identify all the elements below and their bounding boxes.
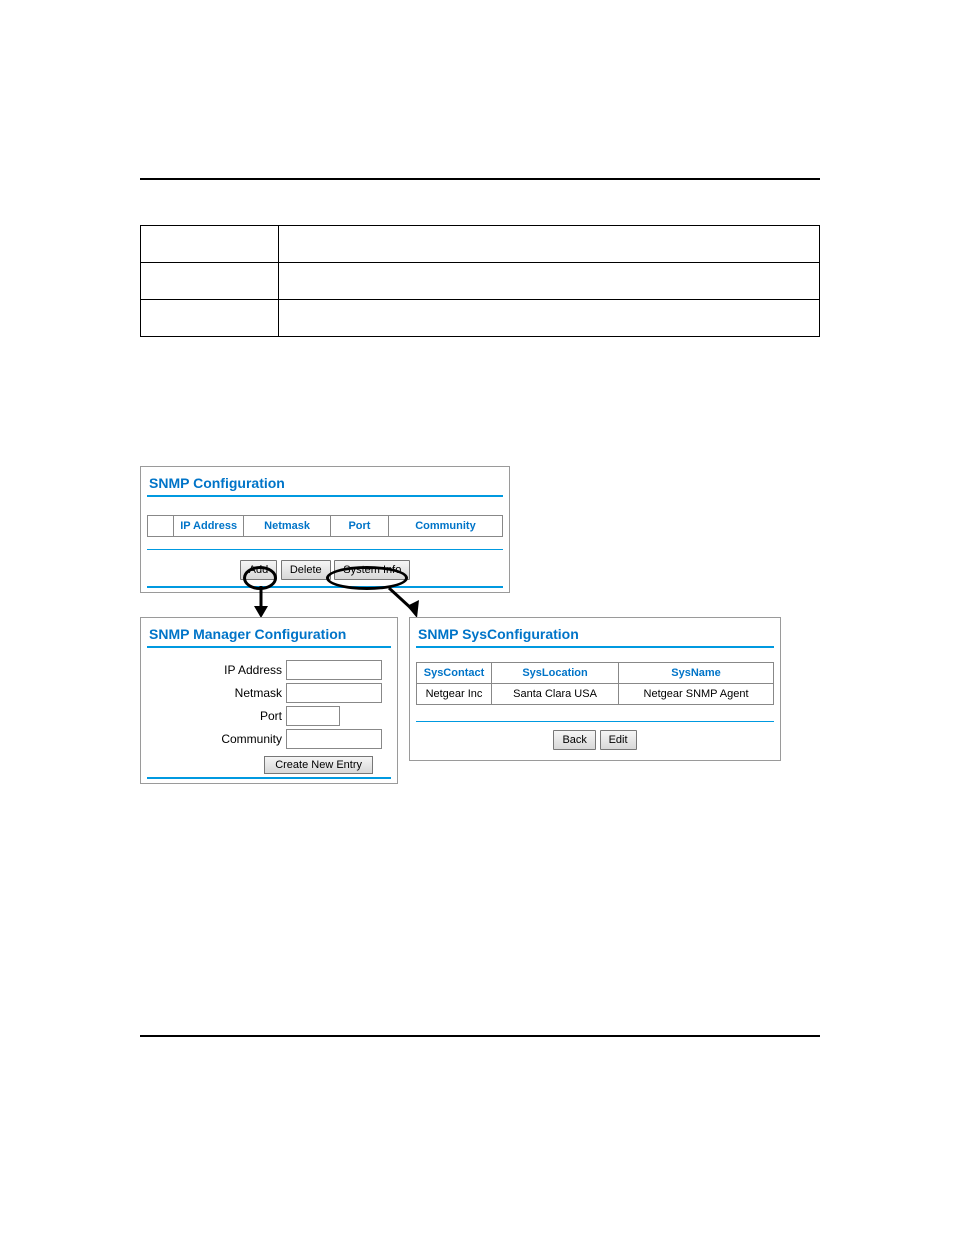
ip-address-label: IP Address [147,663,286,677]
system-info-button[interactable]: System Info [334,560,410,580]
col-syscontact: SysContact [417,663,492,684]
port-input[interactable] [286,706,340,726]
snmp-sys-panel: SNMP SysConfiguration SysContact SysLoca… [409,617,781,761]
panel-title: SNMP Manager Configuration [147,622,391,646]
panel-title: SNMP SysConfiguration [416,622,774,646]
snmp-config-panel: SNMP Configuration IP Address Netmask Po… [140,466,510,593]
community-row: Community [147,729,391,749]
netmask-input[interactable] [286,683,382,703]
sysname-value: Netgear SNMP Agent [619,684,774,705]
netmask-label: Netmask [147,686,286,700]
add-button[interactable]: Add [240,560,278,580]
divider [147,495,503,497]
button-row: Back Edit [416,730,774,750]
select-col [148,516,174,537]
port-label: Port [147,709,286,723]
divider [147,586,503,588]
back-button[interactable]: Back [553,730,595,750]
divider [416,721,774,722]
bottom-rule [140,1035,820,1037]
table-row [141,263,820,300]
page: SNMP Configuration IP Address Netmask Po… [0,0,954,1235]
definition-table [140,225,820,337]
divider [147,549,503,550]
create-row: Create New Entry [147,752,391,777]
port-row: Port [147,706,391,726]
syscontact-value: Netgear Inc [417,684,492,705]
button-row: Add Delete System Info [147,560,503,580]
table-row: Netgear Inc Santa Clara USA Netgear SNMP… [417,684,774,705]
col-syslocation: SysLocation [492,663,619,684]
col-ip-address: IP Address [174,516,244,537]
panel-title: SNMP Configuration [147,471,503,495]
divider [147,777,391,779]
divider [147,646,391,648]
col-netmask: Netmask [244,516,331,537]
col-sysname: SysName [619,663,774,684]
delete-button[interactable]: Delete [281,560,331,580]
col-port: Port [331,516,389,537]
top-rule [140,178,820,180]
community-label: Community [147,732,286,746]
netmask-row: Netmask [147,683,391,703]
create-new-entry-button[interactable]: Create New Entry [264,756,373,774]
table-header-row: SysContact SysLocation SysName [417,663,774,684]
table-row [141,300,820,337]
edit-button[interactable]: Edit [600,730,637,750]
ip-address-row: IP Address [147,660,391,680]
snmp-manager-panel: SNMP Manager Configuration IP Address Ne… [140,617,398,784]
table-header-row: IP Address Netmask Port Community [148,516,503,537]
syslocation-value: Santa Clara USA [492,684,619,705]
ip-address-input[interactable] [286,660,382,680]
col-community: Community [388,516,502,537]
table-row [141,226,820,263]
sys-table: SysContact SysLocation SysName Netgear I… [416,662,774,705]
community-input[interactable] [286,729,382,749]
divider [416,646,774,648]
snmp-config-table: IP Address Netmask Port Community [147,515,503,537]
